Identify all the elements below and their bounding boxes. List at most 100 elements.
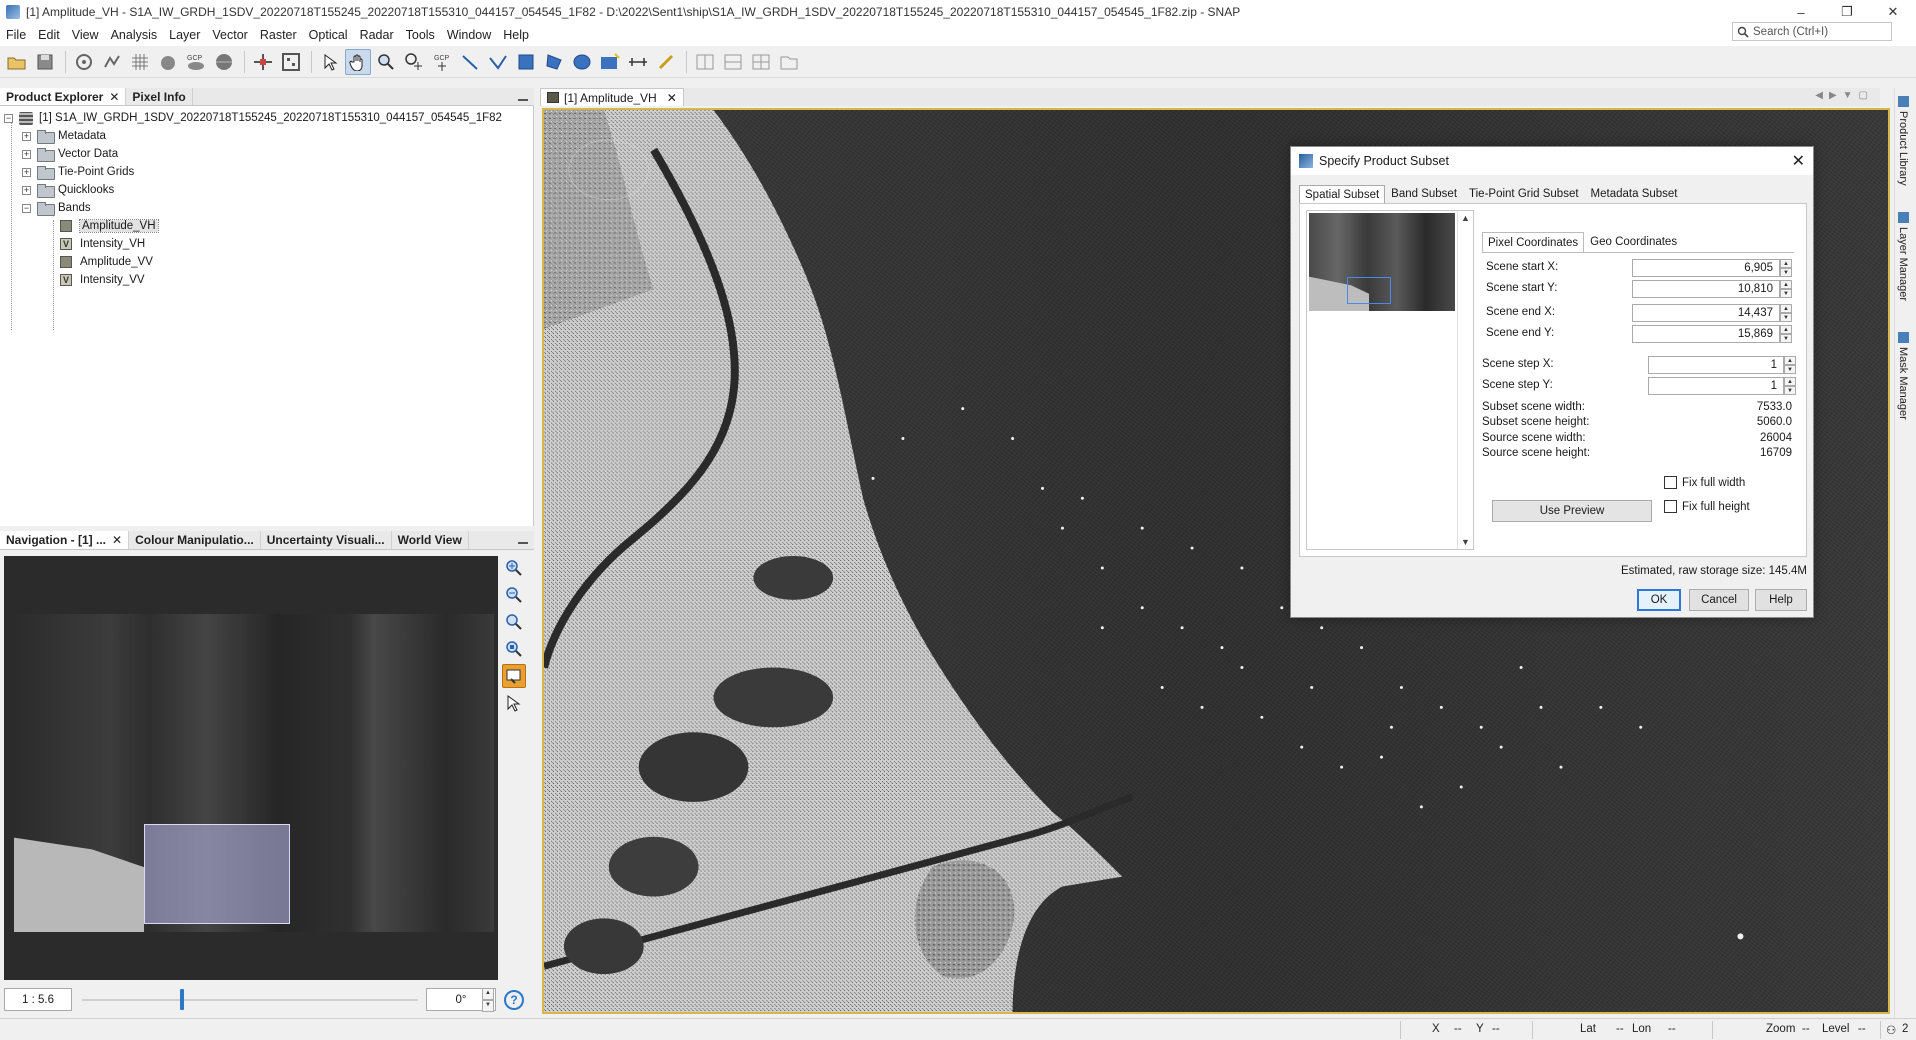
tree-band-intensity-vv[interactable]: V Intensity_VV	[60, 271, 145, 289]
spin-down-icon[interactable]: ▼	[1780, 289, 1792, 298]
gcp-tool-icon[interactable]: GCP	[183, 49, 209, 75]
expand-icon[interactable]: +	[22, 131, 31, 141]
spin-up-icon[interactable]: ▲	[1780, 304, 1792, 313]
tile-evenly-icon[interactable]	[692, 49, 718, 75]
magic-wand-icon[interactable]	[597, 49, 623, 75]
menu-optical[interactable]: Optical	[303, 28, 354, 42]
navigation-overview[interactable]	[4, 556, 498, 980]
line-draw-icon[interactable]	[457, 49, 483, 75]
menu-window[interactable]: Window	[441, 28, 497, 42]
tree-band-amplitude-vh[interactable]: Amplitude_VH	[60, 217, 159, 235]
polyline-draw-icon[interactable]	[485, 49, 511, 75]
spin-up-icon[interactable]: ▲	[1780, 259, 1792, 268]
maximize-button[interactable]: ❐	[1824, 0, 1870, 24]
collapse-icon[interactable]: −	[22, 203, 31, 213]
minimize-panel-icon[interactable]	[518, 91, 528, 101]
zoom-in-icon[interactable]	[502, 556, 526, 580]
tree-band-intensity-vh[interactable]: V Intensity_VH	[60, 235, 145, 253]
pin-manager-icon[interactable]	[250, 49, 276, 75]
scene-start-y-input[interactable]: 10,810	[1632, 280, 1780, 298]
thumbnail-scrollbar[interactable]: ▲ ▼	[1457, 211, 1473, 549]
scene-end-y-input[interactable]: 15,869	[1632, 325, 1780, 343]
tree-item-vector-data[interactable]: + Vector Data	[22, 145, 118, 163]
scene-end-x-input[interactable]: 14,437	[1632, 304, 1780, 322]
tab-metadata-subset[interactable]: Metadata Subset	[1585, 185, 1684, 203]
tile-horizontal-icon[interactable]	[720, 49, 746, 75]
tab-band-subset[interactable]: Band Subset	[1385, 185, 1463, 203]
menu-analysis[interactable]: Analysis	[105, 28, 164, 42]
product-library-icon[interactable]	[71, 49, 97, 75]
dialog-close-icon[interactable]: ✕	[1792, 151, 1805, 171]
gcp-placing-icon[interactable]: GCP	[429, 49, 455, 75]
notifications-icon[interactable]: ⚇	[1886, 1023, 1896, 1037]
tab-world-view[interactable]: World View	[392, 531, 469, 549]
search-input[interactable]: Search (Ctrl+I)	[1732, 22, 1892, 41]
minimize-panel-icon[interactable]	[518, 534, 528, 544]
zoom-scale-field[interactable]: 1 : 5.6	[4, 988, 72, 1011]
tab-pixel-info[interactable]: Pixel Info	[126, 88, 193, 105]
graph-builder-icon[interactable]	[99, 49, 125, 75]
minimize-button[interactable]: –	[1778, 0, 1824, 24]
checkbox-box[interactable]	[1664, 500, 1677, 513]
zoom-slider-track[interactable]	[82, 999, 418, 1001]
tab-uncertainty[interactable]: Uncertainty Visuali...	[261, 531, 392, 549]
zoom-out-icon[interactable]	[502, 583, 526, 607]
open-product-icon[interactable]	[4, 49, 30, 75]
cancel-button[interactable]: Cancel	[1689, 589, 1749, 611]
scroll-up-icon[interactable]: ▲	[1461, 213, 1470, 223]
band-maths-icon[interactable]	[155, 49, 181, 75]
scene-step-y-input[interactable]: 1	[1648, 377, 1784, 395]
side-tab-layer-manager[interactable]: Layer Manager	[1897, 212, 1909, 301]
menu-raster[interactable]: Raster	[254, 28, 303, 42]
tab-colour-manipulation[interactable]: Colour Manipulatio...	[129, 531, 261, 549]
menu-edit[interactable]: Edit	[32, 28, 66, 42]
zoom-tool-icon[interactable]	[373, 49, 399, 75]
expand-icon[interactable]: +	[22, 167, 31, 177]
tile-grid-icon[interactable]	[748, 49, 774, 75]
sync-views-icon[interactable]	[502, 664, 526, 688]
tab-amplitude-vh[interactable]: [1] Amplitude_VH ✕	[540, 88, 684, 106]
scene-step-x-input[interactable]: 1	[1648, 356, 1784, 374]
sphere-icon[interactable]	[211, 49, 237, 75]
close-icon[interactable]: ✕	[667, 91, 677, 105]
close-icon[interactable]: ✕	[112, 533, 122, 547]
polygon-draw-icon[interactable]	[541, 49, 567, 75]
pen-tool-icon[interactable]	[653, 49, 679, 75]
menu-tools[interactable]: Tools	[400, 28, 441, 42]
spin-down-icon[interactable]: ▼	[1780, 313, 1792, 322]
fix-full-height-checkbox[interactable]: Fix full height	[1664, 500, 1750, 513]
range-finder-icon[interactable]	[625, 49, 651, 75]
tab-spatial-subset[interactable]: Spatial Subset	[1299, 185, 1386, 203]
sync-cursor-icon[interactable]	[502, 691, 526, 715]
ellipse-draw-icon[interactable]	[569, 49, 595, 75]
collapse-icon[interactable]: −	[4, 113, 13, 123]
menu-view[interactable]: View	[66, 28, 105, 42]
scene-start-x-input[interactable]: 6,905	[1632, 259, 1780, 277]
menu-layer[interactable]: Layer	[163, 28, 206, 42]
help-button[interactable]: Help	[1755, 589, 1807, 611]
tree-product-node[interactable]: − [1] S1A_IW_GRDH_1SDV_20220718T155245_2…	[4, 109, 502, 127]
side-tab-mask-manager[interactable]: Mask Manager	[1897, 332, 1909, 420]
spin-down-icon[interactable]: ▼	[1784, 386, 1796, 395]
zoom-slider-thumb[interactable]	[180, 989, 184, 1010]
fix-full-width-checkbox[interactable]: Fix full width	[1664, 476, 1745, 489]
rectangle-draw-icon[interactable]	[513, 49, 539, 75]
use-preview-button[interactable]: Use Preview	[1492, 500, 1652, 522]
menu-radar[interactable]: Radar	[354, 28, 400, 42]
tab-product-explorer[interactable]: Product Explorer ✕	[0, 88, 127, 105]
scroll-down-icon[interactable]: ▼	[1461, 537, 1470, 547]
tab-tie-point-grid-subset[interactable]: Tie-Point Grid Subset	[1463, 185, 1585, 203]
spin-up-icon[interactable]: ▲	[1784, 377, 1796, 386]
subset-thumbnail[interactable]	[1309, 213, 1455, 311]
tab-geo-coordinates[interactable]: Geo Coordinates	[1584, 232, 1683, 252]
spin-down-icon[interactable]: ▼	[1784, 365, 1796, 374]
tree-item-bands[interactable]: − Bands	[22, 199, 91, 217]
spin-up-icon[interactable]: ▲	[1784, 356, 1796, 365]
qr-grid-icon[interactable]	[278, 49, 304, 75]
close-icon[interactable]: ✕	[109, 90, 119, 104]
pan-tool-icon[interactable]	[345, 48, 371, 75]
tree-item-metadata[interactable]: + Metadata	[22, 127, 106, 145]
side-tab-product-library[interactable]: Product Library	[1897, 96, 1909, 186]
tab-navigation[interactable]: Navigation - [1] ... ✕	[0, 531, 130, 549]
spin-down-icon[interactable]: ▼	[1780, 334, 1792, 343]
